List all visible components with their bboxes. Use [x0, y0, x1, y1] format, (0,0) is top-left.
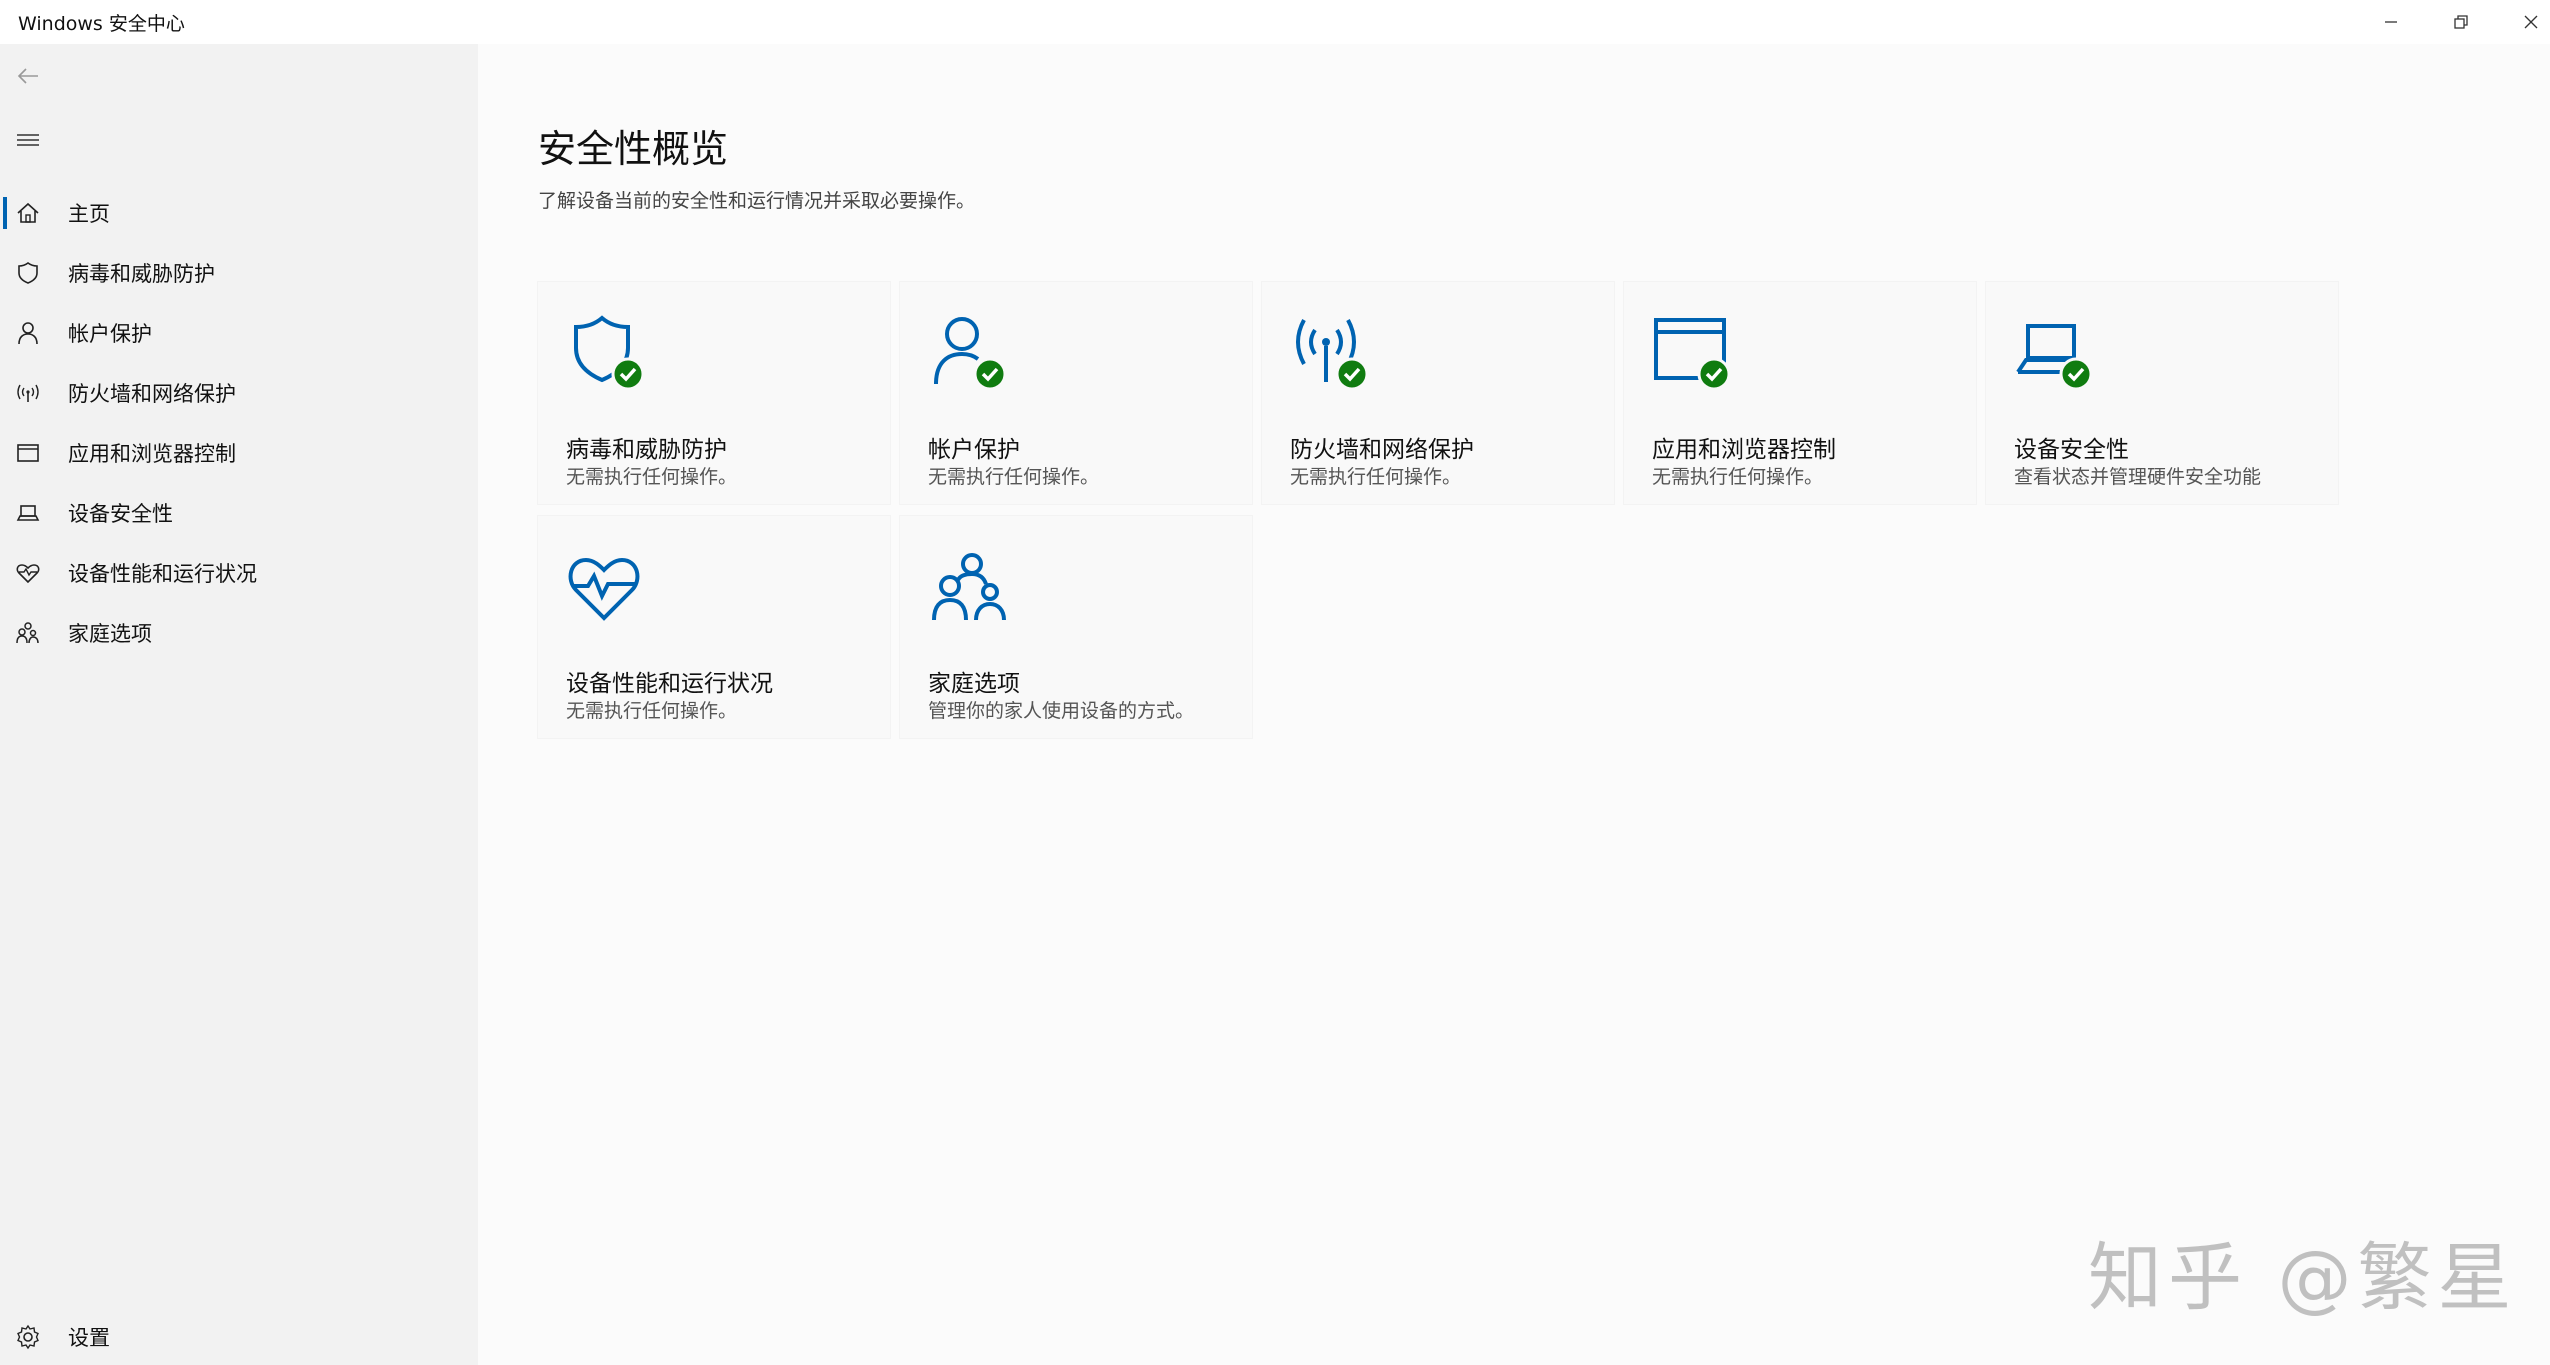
back-arrow-icon — [17, 68, 38, 84]
family-icon — [14, 619, 42, 647]
main-content: 安全性概览 了解设备当前的安全性和运行情况并采取必要操作。 病毒和威胁防护 无需… — [478, 44, 2550, 1365]
sidebar-item-label: 应用和浏览器控制 — [68, 442, 236, 466]
back-button[interactable] — [12, 60, 44, 92]
menu-button[interactable] — [12, 124, 44, 156]
antenna-icon — [14, 379, 42, 407]
tile-firewall[interactable]: 防火墙和网络保护 无需执行任何操作。 — [1262, 282, 1614, 504]
tile-device-performance[interactable]: 设备性能和运行状况 无需执行任何操作。 — [538, 516, 890, 738]
gear-icon — [14, 1323, 42, 1351]
tile-title: 应用和浏览器控制 — [1652, 437, 1836, 463]
sidebar-item-device-performance[interactable]: 设备性能和运行状况 — [0, 545, 478, 601]
tile-title: 帐户保护 — [928, 437, 1020, 463]
shield-check-icon — [566, 312, 654, 400]
tile-title: 设备安全性 — [2014, 437, 2129, 463]
tile-title: 防火墙和网络保护 — [1290, 437, 1474, 463]
sidebar-item-virus-protection[interactable]: 病毒和威胁防护 — [0, 245, 478, 301]
sidebar-item-label: 防火墙和网络保护 — [68, 382, 236, 406]
tile-family-options[interactable]: 家庭选项 管理你的家人使用设备的方式。 — [900, 516, 1252, 738]
browser-check-icon — [1652, 312, 1740, 400]
page-title: 安全性概览 — [538, 127, 729, 171]
heart-icon — [14, 559, 42, 587]
home-icon — [14, 199, 42, 227]
laptop-check-icon — [2014, 312, 2102, 400]
tile-description: 无需执行任何操作。 — [928, 466, 1100, 488]
windows-security-app: Windows 安全中心 主页 病毒和威胁防护 帐户保护 防火墙和网络保护 应用… — [0, 0, 2550, 1365]
tile-description: 无需执行任何操作。 — [1652, 466, 1824, 488]
tile-account-protection[interactable]: 帐户保护 无需执行任何操作。 — [900, 282, 1252, 504]
tile-description: 查看状态并管理硬件安全功能 — [2014, 466, 2262, 488]
sidebar-item-home[interactable]: 主页 — [0, 185, 478, 241]
minimize-button[interactable] — [2356, 0, 2426, 44]
sidebar-item-family-options[interactable]: 家庭选项 — [0, 605, 478, 661]
hamburger-icon — [17, 134, 39, 146]
restore-button[interactable] — [2426, 0, 2496, 44]
close-button[interactable] — [2496, 0, 2550, 44]
watermark: 知乎 @繁星 — [2088, 1235, 2518, 1321]
sidebar-item-label: 设备性能和运行状况 — [68, 562, 257, 586]
sidebar-item-label: 家庭选项 — [68, 622, 152, 646]
browser-window-icon — [14, 439, 42, 467]
tile-app-browser-control[interactable]: 应用和浏览器控制 无需执行任何操作。 — [1624, 282, 1976, 504]
heart-pulse-icon — [566, 546, 654, 634]
person-check-icon — [928, 312, 1016, 400]
window-title: Windows 安全中心 — [18, 13, 185, 35]
tile-description: 无需执行任何操作。 — [566, 466, 738, 488]
sidebar-item-label: 设备安全性 — [68, 502, 173, 526]
selected-indicator — [3, 197, 7, 229]
antenna-check-icon — [1290, 312, 1378, 400]
family-icon — [928, 546, 1016, 634]
sidebar-item-firewall[interactable]: 防火墙和网络保护 — [0, 365, 478, 421]
sidebar-item-label: 主页 — [68, 202, 110, 226]
tile-virus-protection[interactable]: 病毒和威胁防护 无需执行任何操作。 — [538, 282, 890, 504]
tile-description: 无需执行任何操作。 — [566, 700, 738, 722]
sidebar-item-app-browser-control[interactable]: 应用和浏览器控制 — [0, 425, 478, 481]
sidebar-item-settings[interactable]: 设置 — [0, 1309, 478, 1365]
shield-icon — [14, 259, 42, 287]
person-icon — [14, 319, 42, 347]
settings-label: 设置 — [68, 1326, 110, 1350]
sidebar-item-label: 帐户保护 — [68, 322, 152, 346]
page-subtitle: 了解设备当前的安全性和运行情况并采取必要操作。 — [538, 190, 976, 212]
minimize-icon — [2385, 21, 2397, 23]
tile-description: 无需执行任何操作。 — [1290, 466, 1462, 488]
sidebar: 主页 病毒和威胁防护 帐户保护 防火墙和网络保护 应用和浏览器控制 设备安全性 … — [0, 44, 478, 1365]
tile-title: 病毒和威胁防护 — [566, 437, 727, 463]
sidebar-item-label: 病毒和威胁防护 — [68, 262, 215, 286]
sidebar-item-account-protection[interactable]: 帐户保护 — [0, 305, 478, 361]
tile-title: 家庭选项 — [928, 671, 1020, 697]
sidebar-item-device-security[interactable]: 设备安全性 — [0, 485, 478, 541]
tile-description: 管理你的家人使用设备的方式。 — [928, 700, 1195, 722]
title-bar: Windows 安全中心 — [0, 0, 2550, 44]
tile-title: 设备性能和运行状况 — [566, 671, 773, 697]
tile-device-security[interactable]: 设备安全性 查看状态并管理硬件安全功能 — [1986, 282, 2338, 504]
laptop-icon — [14, 499, 42, 527]
restore-icon — [2454, 15, 2468, 29]
close-icon — [2524, 15, 2538, 29]
